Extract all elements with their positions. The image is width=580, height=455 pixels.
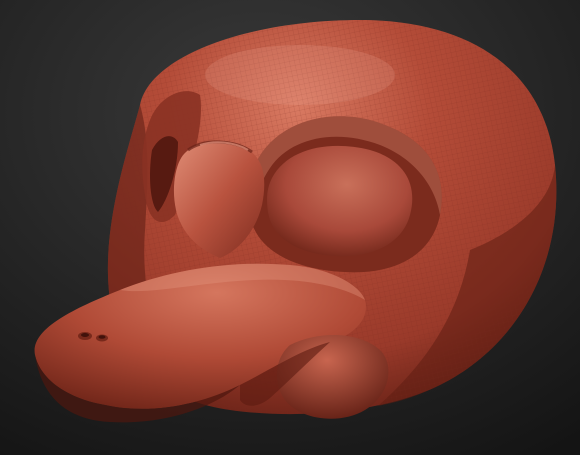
sculpt-viewport[interactable] (0, 0, 580, 455)
forehead-highlight (205, 45, 395, 105)
sculpt-render (0, 0, 580, 455)
